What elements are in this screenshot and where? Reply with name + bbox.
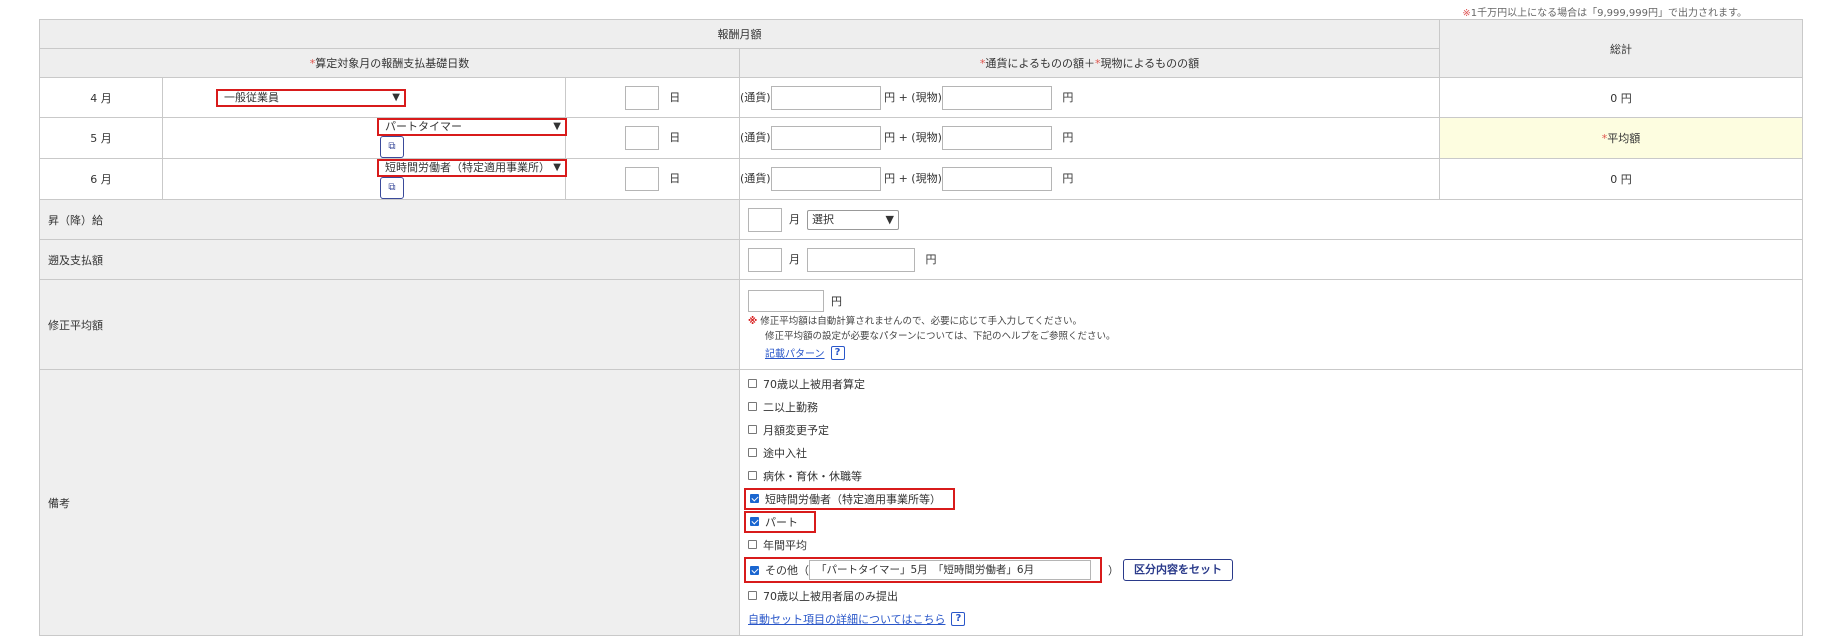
chevron-down-icon: ▼ [392,91,400,103]
retro-month-input[interactable] [748,247,782,272]
pattern-link[interactable]: 記載パターン [765,345,825,360]
warning-mark: ※ [748,315,758,327]
table-row: 5 月 パートタイマー ▼ ⧉ 日 (通貨) 円 + (現物) 円 *平均額 [39,117,1803,159]
retro-label: 遡及支払額 [39,239,740,280]
yen-unit: 円 [1062,131,1074,144]
remark-item[interactable]: 途中入社 [748,441,1802,464]
chevron-down-icon: ▼ [553,162,561,173]
remark-item[interactable]: パート [744,510,1802,533]
currency-label: (通貨) [740,131,771,144]
revised-note-2: 修正平均額の設定が必要なパターンについては、下記のヘルプをご参照ください。 [765,330,1116,342]
month-unit: 月 [789,212,800,226]
top-note: ※1千万円以上になる場合は「9,999,999円」で出力されます。 [1462,8,1747,19]
row-total: 0 円 [1439,77,1803,118]
copy-icon[interactable]: ⧉ [380,177,404,199]
day-count-input[interactable] [624,126,659,150]
yen-unit: 円 [1062,172,1074,185]
month-label: 5 月 [39,117,163,159]
currency-amount-input[interactable] [770,126,881,150]
revised-average-label: 修正平均額 [39,279,740,370]
employment-select[interactable]: 短時間労働者（特定適用事業所） ▼ [377,159,567,177]
header-basis-days: *算定対象月の報酬支払基礎日数 [39,48,740,78]
chevron-down-icon: ▼ [553,121,561,132]
header-compensation-month: 報酬月額 [39,19,1440,49]
remark-item[interactable]: 70歳以上被用者届のみ提出 [748,584,1802,607]
checkbox[interactable] [748,540,757,549]
checkbox[interactable] [748,379,757,388]
raise-type-select[interactable]: 選択 ▼ [807,209,899,230]
yen-unit: 円 [925,252,937,266]
checkbox[interactable] [748,471,757,480]
retro-row: 遡及支払額 月 円 [39,239,1803,280]
kind-label: 円 + (現物) [884,131,942,144]
auto-set-details-link[interactable]: 自動セット項目の詳細についてはこちら [748,611,945,627]
remarks-row: 備考 70歳以上被用者算定 二以上勤務 月額変更予定 途中入社 病休・育休・休職… [39,369,1803,636]
remark-item[interactable]: 年間平均 [748,533,1802,556]
remarks-label: 備考 [39,369,740,636]
day-count-input[interactable] [624,167,659,191]
checkbox[interactable] [748,425,757,434]
compensation-table: 報酬月額 総計 *算定対象月の報酬支払基礎日数 *通貨によるものの額＋*現物によ… [39,19,1803,636]
remark-item[interactable]: 短時間労働者（特定適用事業所等） [744,487,1802,510]
copy-icon[interactable]: ⧉ [380,136,404,158]
row-total: 0 円 [1439,158,1803,200]
help-icon[interactable]: ? [951,611,966,626]
remark-item[interactable]: 病休・育休・休職等 [748,464,1802,487]
table-row: 4 月 一般従業員 ▼ 日 (通貨) 円 + (現物) 円 0 円 [39,77,1803,118]
raise-row: 昇（降）給 月 選択 ▼ [39,199,1803,240]
revised-note-1: ※ 修正平均額は自動計算されませんので、必要に応じて手入力してください。 [748,315,1083,327]
raise-label: 昇（降）給 [39,199,740,240]
checkbox-checked[interactable] [750,494,759,503]
remark-item[interactable]: 二以上勤務 [748,395,1802,418]
chevron-down-icon: ▼ [885,212,894,226]
revised-average-input[interactable] [748,289,824,312]
month-unit: 月 [789,252,800,266]
day-unit: 日 [669,172,681,185]
checkbox[interactable] [748,591,757,600]
yen-unit: 円 [1062,90,1074,104]
month-label: 4 月 [39,77,163,118]
help-icon[interactable]: ? [830,345,845,360]
table-row: 6 月 短時間労働者（特定適用事業所） ▼ ⧉ 日 (通貨) 円 + (現物) 円 … [39,158,1803,200]
employment-select[interactable]: パートタイマー ▼ [377,118,567,136]
row-total-average: *平均額 [1439,117,1803,159]
day-unit: 日 [669,90,681,104]
retro-amount-input[interactable] [807,247,915,272]
kind-amount-input[interactable] [941,126,1052,150]
currency-amount-input[interactable] [770,85,881,110]
month-label: 6 月 [39,158,163,200]
set-category-button[interactable]: 区分内容をセット [1123,559,1233,581]
checkbox-checked[interactable] [750,517,759,526]
currency-label: (通貨) [740,90,771,104]
yen-unit: 円 [831,294,842,308]
checkbox[interactable] [748,402,757,411]
raise-month-input[interactable] [748,207,782,232]
other-label: その他 [765,564,798,577]
kind-label: 円 + (現物) [884,90,942,104]
day-unit: 日 [669,131,681,144]
currency-label: (通貨) [740,172,771,185]
header-total: 総計 [1439,19,1803,78]
other-input[interactable]: 「パートタイマー」5月 「短時間労働者」6月 [809,560,1091,580]
currency-amount-input[interactable] [770,167,881,191]
header-amounts: *通貨によるものの額＋*現物によるものの額 [739,48,1440,78]
employment-select[interactable]: 一般従業員 ▼ [216,88,406,107]
checkbox[interactable] [748,448,757,457]
day-count-input[interactable] [624,85,659,110]
remark-item[interactable]: 70歳以上被用者算定 [748,372,1802,395]
remark-item[interactable]: 月額変更予定 [748,418,1802,441]
kind-label: 円 + (現物) [884,172,942,185]
kind-amount-input[interactable] [941,85,1052,110]
kind-amount-input[interactable] [941,167,1052,191]
revised-average-row: 修正平均額 円 ※ 修正平均額は自動計算されませんので、必要に応じて手入力してく… [39,279,1803,370]
checkbox-checked[interactable] [750,565,759,575]
remark-item-other: その他 （ 「パートタイマー」5月 「短時間労働者」6月 ） 区分内容をセット [744,556,1802,584]
